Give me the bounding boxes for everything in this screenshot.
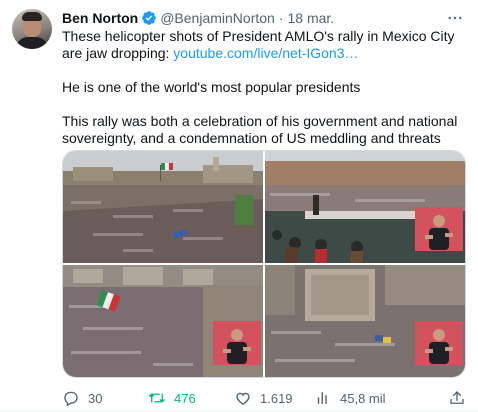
retweet-button[interactable]: 476 [148,388,234,408]
more-icon[interactable] [446,9,464,27]
rally-photo-2[interactable] [265,151,465,263]
tweet-actions: 30 476 1.619 45,8 mil [62,388,466,408]
tweet-link[interactable]: youtube.com/live/net-IGon3… [173,45,358,61]
author-handle[interactable]: @BenjaminNorton [160,10,275,26]
retweet-count: 476 [174,390,196,406]
verified-badge-icon [141,10,157,26]
share-icon [448,389,466,407]
retweet-icon [148,389,166,407]
rally-photo-1[interactable] [63,151,263,263]
like-button[interactable]: 1.619 [234,388,314,408]
separator-dot: · [278,10,284,26]
like-icon [234,389,252,407]
reply-button[interactable]: 30 [62,388,148,408]
tweet-header: Ben Norton @BenjaminNorton · 18 mar. [62,9,466,27]
rally-photo-3[interactable] [63,265,263,377]
rally-photo-4[interactable] [265,265,465,377]
tweet-paragraph-2: He is one of the world's most popular pr… [62,79,361,95]
views-icon [314,389,332,407]
views-button[interactable]: 45,8 mil [314,388,414,408]
tweet-content: Ben Norton @BenjaminNorton · 18 mar. The… [62,9,466,407]
reply-icon [62,389,80,407]
tweet-paragraph-3: This rally was both a celebration of his… [62,113,458,146]
like-count: 1.619 [260,390,293,406]
share-button[interactable] [436,388,466,408]
tweet-date[interactable]: 18 mar. [288,10,335,26]
avatar[interactable] [12,9,52,49]
tweet-card[interactable]: Ben Norton @BenjaminNorton · 18 mar. The… [0,0,478,412]
views-count: 45,8 mil [340,390,386,406]
reply-count: 30 [88,390,103,406]
tweet-text: These helicopter shots of President AMLO… [62,28,466,147]
author-name[interactable]: Ben Norton [62,10,138,26]
media-grid [62,150,466,378]
